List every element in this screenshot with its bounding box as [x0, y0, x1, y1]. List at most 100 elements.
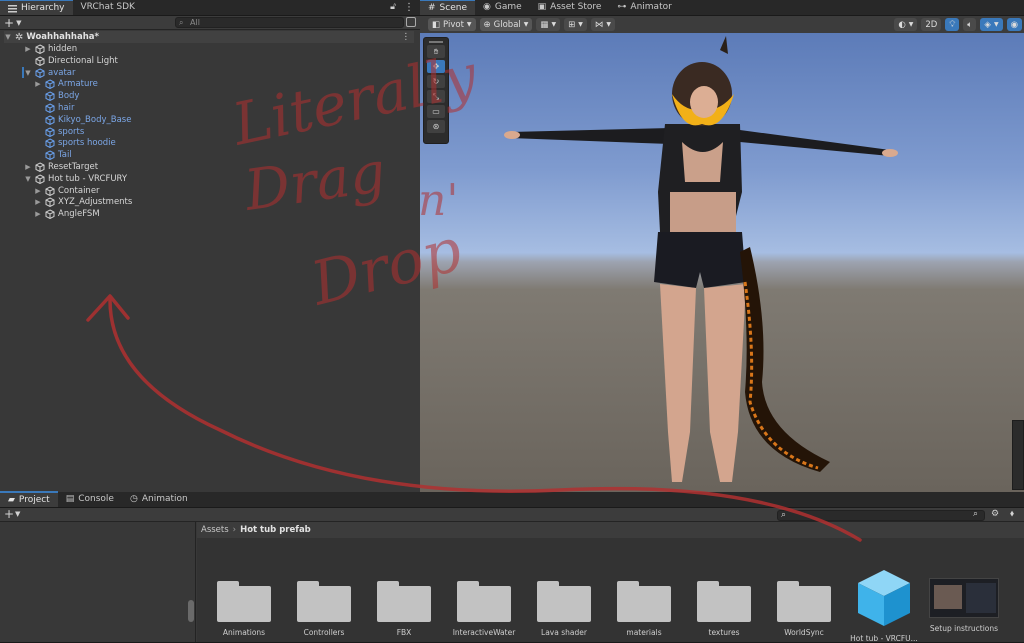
asset-tile[interactable]: Animations — [209, 578, 279, 637]
console-icon: ▤ — [65, 494, 75, 504]
hierarchy-row[interactable]: Tail — [34, 149, 72, 161]
hierarchy-row[interactable]: sports hoodie — [34, 137, 116, 149]
tab-animator-label: Animator — [630, 2, 672, 12]
lighting-toggle[interactable]: 💡︎ — [945, 18, 960, 31]
asset-tile[interactable]: materials — [609, 578, 679, 637]
hierarchy-row[interactable]: sports — [34, 126, 84, 138]
kebab-menu-icon[interactable]: ⋮ — [404, 2, 414, 13]
grid-snap-button[interactable]: ▦ ▼ — [536, 18, 561, 31]
hierarchy-row[interactable]: ▶ AngleFSM — [34, 208, 100, 220]
overlay-side-panel[interactable] — [1012, 420, 1024, 490]
tab-scene[interactable]: # Scene — [420, 0, 475, 15]
rotate-icon: ↻ — [432, 77, 440, 86]
pivot-icon: ◧ — [432, 19, 441, 30]
gameobject-cube-icon — [35, 44, 45, 55]
toggle-2d-button[interactable]: 2D — [921, 18, 942, 31]
expand-arrow-icon[interactable]: ▶ — [34, 80, 42, 88]
hierarchy-row[interactable]: ▶ Container — [34, 185, 100, 197]
gameobject-cube-icon — [35, 174, 45, 184]
search-options-icon[interactable] — [406, 17, 416, 27]
breadcrumb: Assets › Hot tub prefab — [197, 522, 1024, 538]
tab-project[interactable]: ▰ Project — [0, 491, 58, 507]
scene-toolbar: ◧ Pivot ▼ ⊕ Global ▼ ▦ ▼ ⊞ ▼ ⋈ ▼ ◐ ▼ 2D 💡︎ 🔈… — [420, 16, 1024, 33]
hierarchy-row[interactable]: ▶ hidden — [24, 43, 77, 55]
tab-asset-store[interactable]: ▣ Asset Store — [530, 0, 610, 15]
move-tool[interactable]: ✥ — [427, 60, 445, 73]
project-folder-tree[interactable] — [0, 522, 196, 642]
hierarchy-row[interactable]: ▶ ResetTarget — [24, 161, 98, 173]
expand-arrow-icon[interactable]: ▶ — [24, 163, 32, 171]
hierarchy-row[interactable]: Kikyo_Body_Base — [34, 114, 131, 126]
hierarchy-row[interactable]: ▶ XYZ_Adjustments — [34, 196, 132, 208]
hierarchy-row[interactable]: hair — [34, 102, 74, 114]
tab-hierarchy[interactable]: Hierarchy — [0, 0, 73, 15]
drag-handle[interactable] — [429, 41, 443, 43]
hierarchy-row[interactable]: ▶ Armature — [34, 78, 98, 90]
chevron-down-icon: ▼ — [908, 21, 914, 28]
asset-tile[interactable]: Setup instructions — [929, 578, 999, 633]
asset-tile[interactable]: Lava shader — [529, 578, 599, 637]
asset-tile[interactable]: WorldSync — [769, 578, 839, 637]
create-button[interactable]: + — [4, 507, 14, 521]
gizmo-tools-button[interactable]: ⋈ ▼ — [590, 18, 615, 31]
scene-root-row[interactable]: ▼ ✲ Woahhahhaha* ⋮ — [4, 31, 414, 43]
project-search-input[interactable]: ⌕ — [777, 510, 985, 521]
increment-snap-button[interactable]: ⊞ ▼ — [564, 18, 587, 31]
effects-toggle[interactable]: ◈ ▼ — [980, 18, 1003, 31]
hierarchy-row-label: ResetTarget — [48, 162, 99, 172]
filter-by-label-icon[interactable]: ⬧ — [1010, 509, 1014, 519]
asset-tile[interactable]: Controllers — [289, 578, 359, 637]
asset-tile[interactable]: InteractiveWater — [449, 578, 519, 637]
hierarchy-tabbar: Hierarchy VRChat SDK 🔓︎ ⋮ — [0, 0, 420, 16]
hierarchy-row[interactable]: ▼ Hot tub - VRCFURY — [24, 173, 127, 185]
hierarchy-row[interactable]: Directional Light — [24, 55, 118, 67]
folder-icon — [217, 578, 271, 622]
tab-animator[interactable]: ⊶ Animator — [609, 0, 679, 15]
create-button[interactable]: + — [4, 16, 14, 30]
tab-vrchat-sdk[interactable]: VRChat SDK — [73, 0, 143, 15]
hierarchy-search-input[interactable]: ⌕ All — [175, 17, 404, 28]
eye-icon: ◉ — [1010, 19, 1018, 30]
hierarchy-row-label: Body — [58, 91, 80, 102]
rotate-tool[interactable]: ↻ — [427, 75, 445, 88]
shading-mode-button[interactable]: ◐ ▼ — [894, 18, 918, 31]
audio-toggle[interactable]: 🔈︎ — [963, 18, 977, 31]
grid-icon: ▦ — [540, 19, 549, 30]
hierarchy-row[interactable]: Body — [34, 90, 79, 102]
chevron-down-icon[interactable]: ▼ — [15, 510, 20, 518]
project-tabbar: ▰ Project ▤ Console ◷ Animation — [0, 491, 1024, 508]
expand-arrow-icon[interactable]: ▶ — [24, 45, 32, 53]
hierarchy-row-label: Directional Light — [48, 55, 118, 66]
rect-tool[interactable]: ▭ — [427, 105, 445, 118]
pivot-dropdown[interactable]: ◧ Pivot ▼ — [428, 18, 476, 31]
tab-animation[interactable]: ◷ Animation — [122, 491, 196, 507]
scale-tool[interactable]: ⤡ — [427, 90, 445, 103]
tab-game[interactable]: ◉ Game — [475, 0, 530, 15]
tab-console[interactable]: ▤ Console — [58, 491, 122, 507]
expand-arrow-icon[interactable]: ▶ — [34, 210, 42, 218]
lock-icon[interactable]: 🔓︎ — [390, 2, 396, 12]
collapse-arrow-icon[interactable]: ▼ — [24, 69, 32, 77]
clock-icon: ◷ — [129, 494, 138, 504]
collapse-arrow-icon[interactable]: ▼ — [4, 33, 12, 41]
asset-tile[interactable]: FBX — [369, 578, 439, 637]
expand-arrow-icon[interactable]: ▶ — [34, 187, 42, 195]
hierarchy-row[interactable]: ▼ avatar — [24, 67, 75, 79]
collapse-arrow-icon[interactable]: ▼ — [24, 175, 32, 183]
folder-tree-scrollbar[interactable] — [188, 600, 194, 622]
tab-game-label: Game — [494, 2, 522, 12]
scene-menu-icon[interactable]: ⋮ — [402, 32, 411, 42]
search-filter-icon[interactable]: ⌕ — [973, 509, 978, 519]
hand-tool[interactable]: ✋︎ — [427, 45, 445, 58]
breadcrumb-current[interactable]: Hot tub prefab — [240, 525, 311, 535]
expand-arrow-icon[interactable]: ▶ — [34, 198, 42, 206]
chevron-down-icon[interactable]: ▼ — [16, 19, 21, 27]
scene-visibility-toggle[interactable]: ◉ — [1006, 18, 1022, 31]
scene-viewport[interactable] — [420, 32, 1024, 492]
transform-tool[interactable]: ⊛ — [427, 120, 445, 133]
asset-tile[interactable]: Hot tub - VRCFU... — [849, 570, 919, 643]
filter-by-type-icon[interactable]: ⚙︎ — [991, 509, 999, 519]
global-dropdown[interactable]: ⊕ Global ▼ — [479, 18, 533, 31]
asset-tile[interactable]: textures — [689, 578, 759, 637]
breadcrumb-root[interactable]: Assets — [201, 525, 229, 535]
